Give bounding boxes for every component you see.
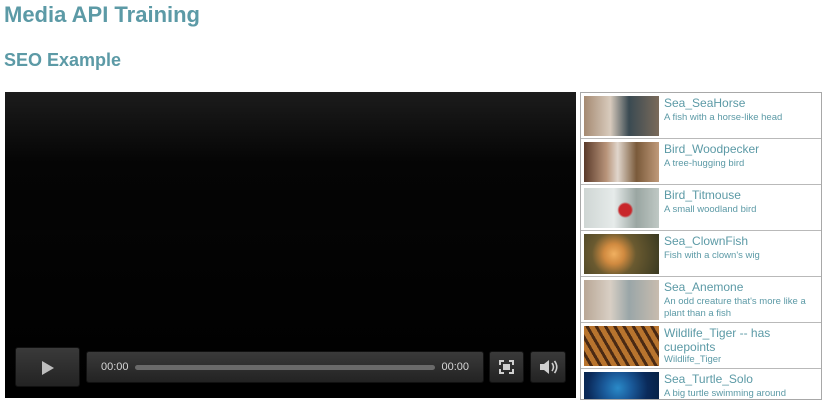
play-button[interactable] (15, 347, 80, 387)
page-subtitle: SEO Example (4, 50, 122, 70)
item-title: Sea_Turtle_Solo (664, 372, 753, 386)
item-description: An odd creature that's more like a plant… (664, 296, 806, 319)
playlist-item[interactable]: Bird_Woodpecker A tree-hugging bird (581, 139, 821, 185)
volume-icon (540, 360, 558, 374)
playlist-item[interactable]: Sea_Anemone An odd creature that's more … (581, 277, 821, 323)
item-description: Fish with a clown's wig (664, 250, 760, 261)
volume-button[interactable] (530, 351, 566, 383)
item-title: Bird_Woodpecker (664, 142, 760, 156)
turtle-thumbnail (584, 372, 659, 399)
item-title: Sea_Anemone (664, 280, 744, 294)
playlist-item[interactable]: Sea_Turtle_Solo A big turtle swimming ar… (581, 369, 821, 399)
woodpecker-thumbnail (584, 142, 659, 182)
playlist-item[interactable]: Bird_Titmouse A small woodland bird (581, 185, 821, 231)
play-icon (42, 361, 54, 375)
item-description: Wildlife_Tiger (664, 354, 722, 365)
item-title: Wildlife_Tiger -- has cuepoints (664, 326, 771, 354)
playlist-item[interactable]: Sea_SeaHorse A fish with a horse-like he… (581, 93, 821, 139)
fullscreen-button[interactable] (489, 351, 524, 383)
item-title: Sea_ClownFish (664, 234, 749, 248)
seahorse-thumbnail (584, 96, 659, 136)
item-description: A big turtle swimming around (664, 388, 786, 399)
item-description: A fish with a horse-like head (664, 112, 783, 123)
video-player[interactable]: 00:00 00:00 (5, 92, 576, 398)
titmouse-thumbnail (584, 188, 659, 228)
clownfish-thumbnail (584, 234, 659, 274)
anemone-thumbnail (584, 280, 659, 320)
tiger-thumbnail (584, 326, 659, 366)
seek-bar[interactable] (135, 365, 435, 370)
time-bar: 00:00 00:00 (86, 351, 484, 383)
item-title: Sea_SeaHorse (664, 96, 746, 110)
fullscreen-icon (499, 360, 514, 374)
item-description: A small woodland bird (664, 204, 757, 215)
current-time: 00:00 (101, 361, 129, 373)
page-title: Media API Training (4, 2, 200, 27)
duration-time: 00:00 (441, 361, 469, 373)
item-title: Bird_Titmouse (664, 188, 741, 202)
playlist: Sea_SeaHorse A fish with a horse-like he… (580, 92, 822, 400)
item-description: A tree-hugging bird (664, 158, 745, 169)
playlist-item[interactable]: Sea_ClownFish Fish with a clown's wig (581, 231, 821, 277)
playlist-item[interactable]: Wildlife_Tiger -- has cuepoints Wildlife… (581, 323, 821, 369)
